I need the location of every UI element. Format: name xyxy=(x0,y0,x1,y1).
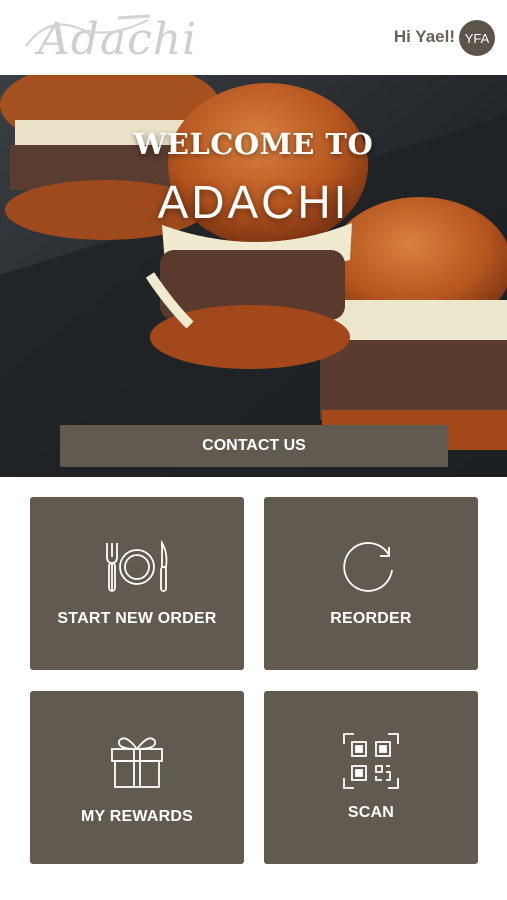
my-rewards-tile[interactable]: MY REWARDS xyxy=(30,691,244,864)
hero-restaurant-name: ADACHI xyxy=(157,176,350,228)
hero-welcome-title: WELCOME TO xyxy=(133,127,374,161)
app-header: Adachi Hi Yael! YFA xyxy=(0,0,507,75)
hero-banner: WELCOME TO ADACHI CONTACT US xyxy=(0,75,507,477)
logo[interactable]: Adachi xyxy=(18,6,196,68)
utensils-plate-icon xyxy=(30,537,244,597)
logo-swash-icon xyxy=(25,14,151,47)
reorder-label: REORDER xyxy=(330,610,412,627)
gift-icon xyxy=(30,731,244,791)
refresh-icon xyxy=(264,537,478,597)
greeting-text: Hi Yael! xyxy=(393,27,455,46)
avatar[interactable]: YFA xyxy=(459,20,495,56)
start-new-order-label: START NEW ORDER xyxy=(57,610,217,627)
start-new-order-tile[interactable]: START NEW ORDER xyxy=(30,497,244,670)
reorder-tile[interactable]: REORDER xyxy=(264,497,478,670)
scan-label: SCAN xyxy=(347,804,395,821)
my-rewards-label: MY REWARDS xyxy=(81,808,193,825)
qr-code-icon xyxy=(264,731,478,791)
contact-us-button[interactable]: CONTACT US xyxy=(60,425,448,467)
scan-tile[interactable]: SCAN xyxy=(264,691,478,864)
